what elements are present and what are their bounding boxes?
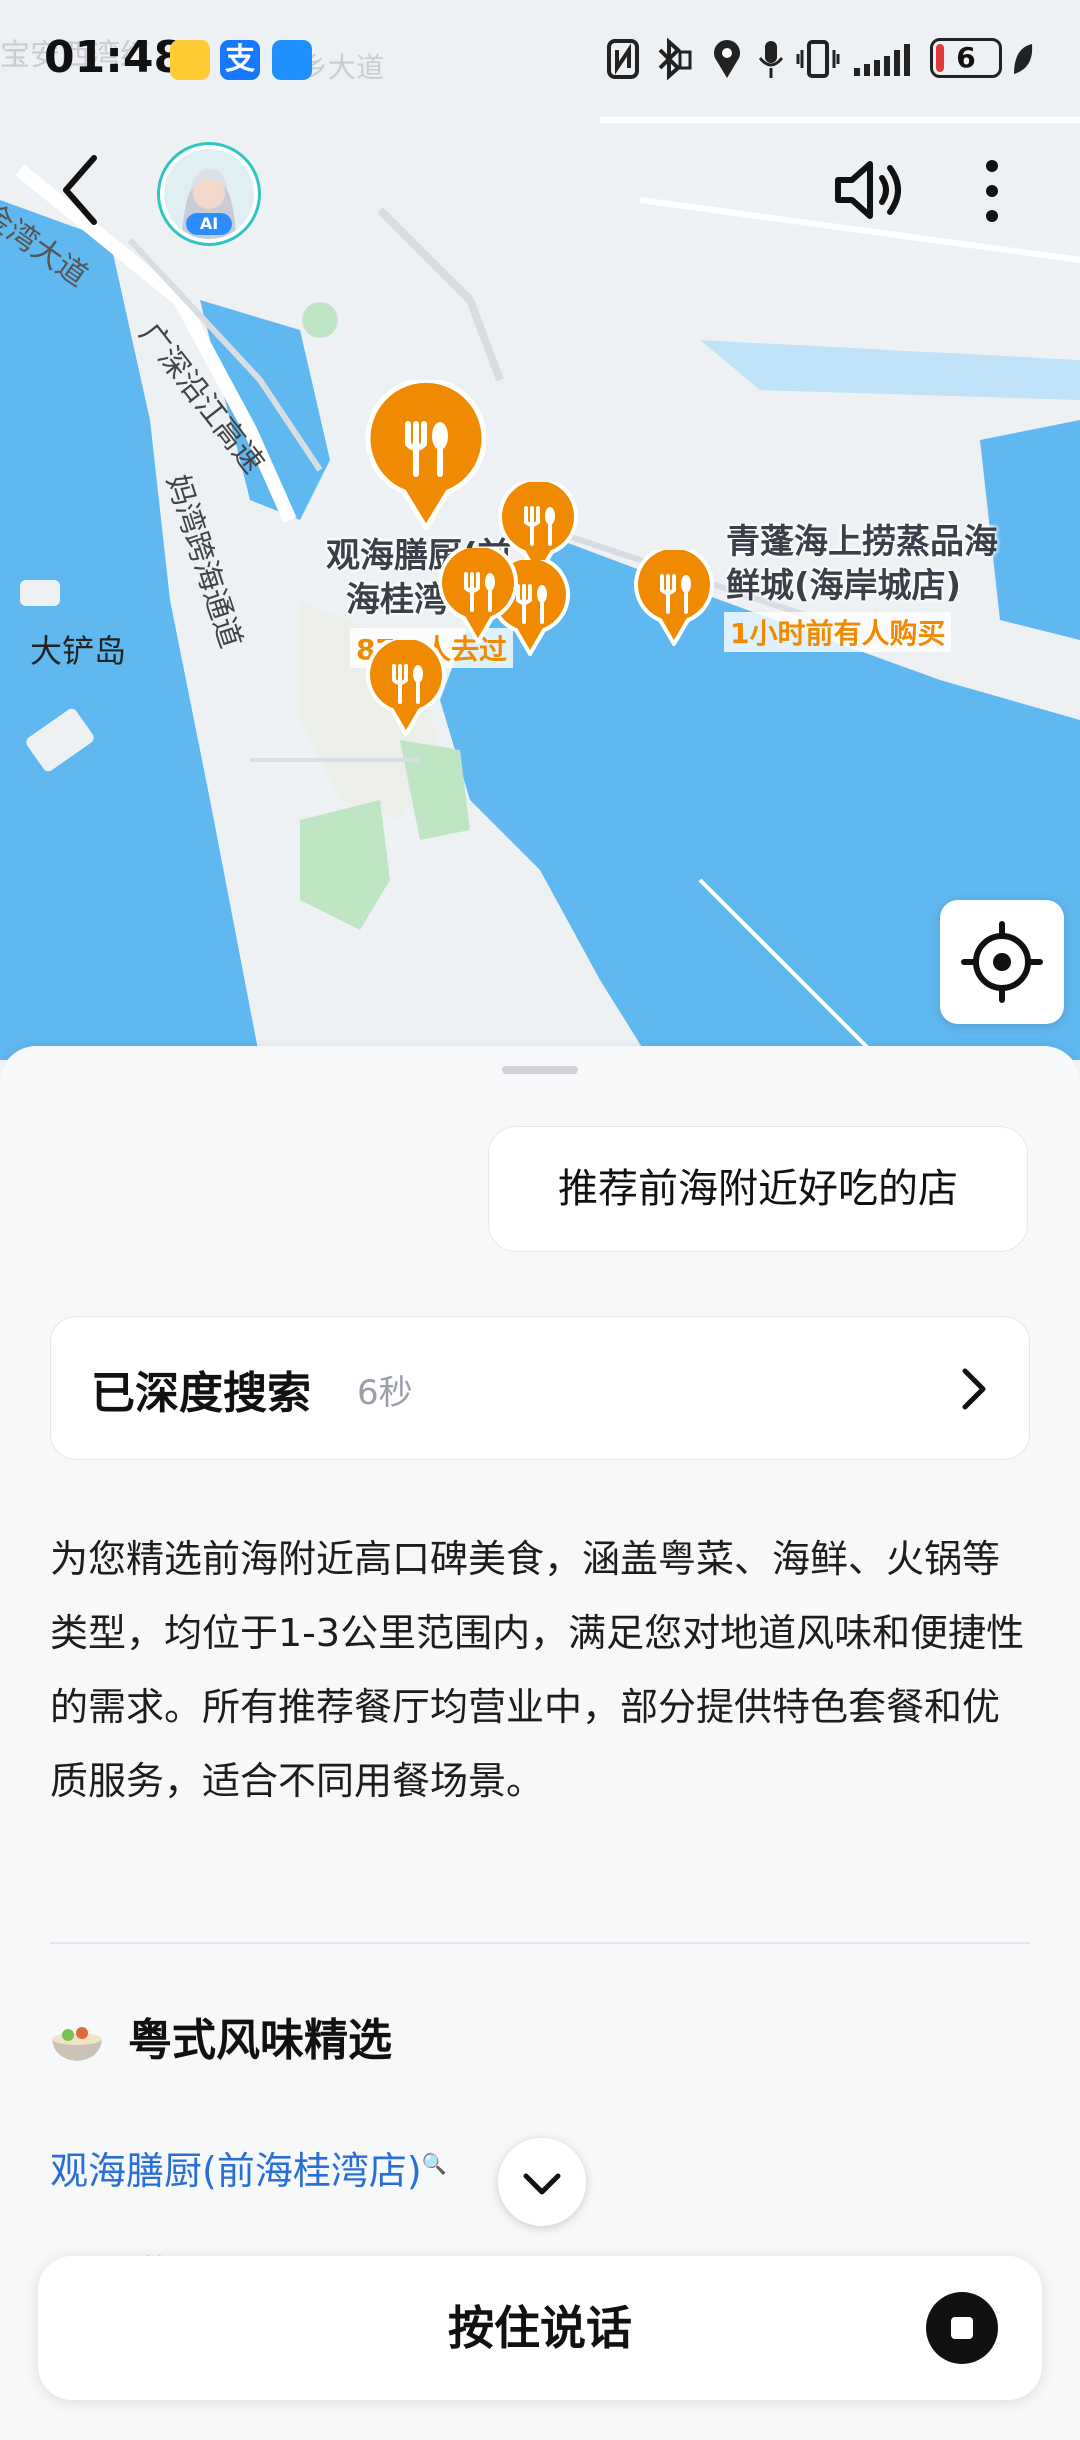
hold-to-talk-label: 按住说话 — [448, 2301, 632, 2355]
user-message-bubble: 推荐前海附近好吃的店 — [488, 1126, 1028, 1252]
scroll-down-button[interactable] — [498, 2138, 586, 2226]
battery-icon: 6 — [930, 38, 1002, 78]
wifi-app-icon — [272, 40, 312, 80]
weibo-icon — [170, 40, 210, 80]
mic-icon — [758, 41, 784, 78]
search-icon: 🔍 — [421, 2151, 447, 2176]
locate-button[interactable] — [940, 900, 1064, 1024]
restaurant-pin-large[interactable] — [364, 380, 488, 530]
battery-level: 6 — [956, 41, 976, 74]
speaker-icon[interactable] — [830, 150, 910, 230]
restaurant-pin[interactable] — [366, 640, 446, 736]
location-icon — [714, 40, 740, 78]
restaurant-link[interactable]: 观海膳厨(前海桂湾店)🔍 — [50, 2140, 447, 2195]
food-bowl-icon — [52, 2027, 102, 2061]
hold-to-talk-button[interactable]: 按住说话 — [38, 2256, 1042, 2400]
restaurant-pin[interactable] — [634, 550, 714, 646]
ai-badge: AI — [186, 213, 232, 235]
crosshair-icon — [961, 921, 1043, 1003]
deep-search-title: 已深度搜索 — [91, 1368, 311, 1419]
signal-icon — [854, 44, 910, 76]
stop-icon — [951, 2317, 973, 2339]
poi-name-line: 鲜城(海岸城店) — [726, 566, 962, 606]
stop-button[interactable] — [926, 2292, 998, 2364]
divider — [50, 1942, 1030, 1944]
status-bar: 01:48 支 6 — [0, 0, 1080, 120]
back-arrow-icon[interactable] — [56, 150, 106, 230]
sheet-drag-handle[interactable] — [502, 1066, 578, 1074]
bluetooth-icon — [658, 38, 692, 80]
chevron-down-icon — [523, 2173, 561, 2195]
poi-recent-purchase: 1小时前有人购买 — [724, 612, 952, 652]
more-vertical-icon[interactable] — [975, 158, 1009, 224]
answer-paragraph: 为您精选前海附近高口碑美食，涵盖粤菜、海鲜、火锅等类型，均位于1-3公里范围内，… — [50, 1537, 1025, 1803]
poi-name-secondary[interactable]: 青蓬海上捞蒸品海 鲜城(海岸城店) — [726, 520, 998, 608]
chat-sheet[interactable]: 推荐前海附近好吃的店 已深度搜索 6秒 为您精选前海附近高口碑美食，涵盖粤菜、海… — [0, 1046, 1080, 2440]
deep-search-card[interactable]: 已深度搜索 6秒 — [50, 1316, 1030, 1460]
vibrate-icon — [796, 40, 840, 78]
map-view[interactable]: 宝安西湾红 乡大道 金湾大道 广深沿江高速 妈湾跨海通道 大铲岛 观海膳厨(前 … — [0, 0, 1080, 1060]
alipay-icon: 支 — [220, 40, 260, 80]
poi-name-line: 青蓬海上捞蒸品海 — [726, 522, 998, 562]
deep-search-duration: 6秒 — [357, 1373, 413, 1413]
restaurant-pin[interactable] — [438, 548, 518, 644]
leaf-icon — [1014, 44, 1033, 74]
status-time: 01:48 — [44, 32, 185, 83]
section-title-text: 粤式风味精选 — [128, 2015, 392, 2066]
chevron-right-icon — [962, 1368, 986, 1410]
restaurant-link-text: 观海膳厨(前海桂湾店) — [50, 2149, 422, 2193]
nfc-icon — [607, 39, 639, 79]
map-island-label: 大铲岛 — [30, 632, 127, 670]
assistant-avatar[interactable]: AI — [160, 145, 258, 243]
section-title: 粤式风味精选 — [50, 2004, 392, 2068]
